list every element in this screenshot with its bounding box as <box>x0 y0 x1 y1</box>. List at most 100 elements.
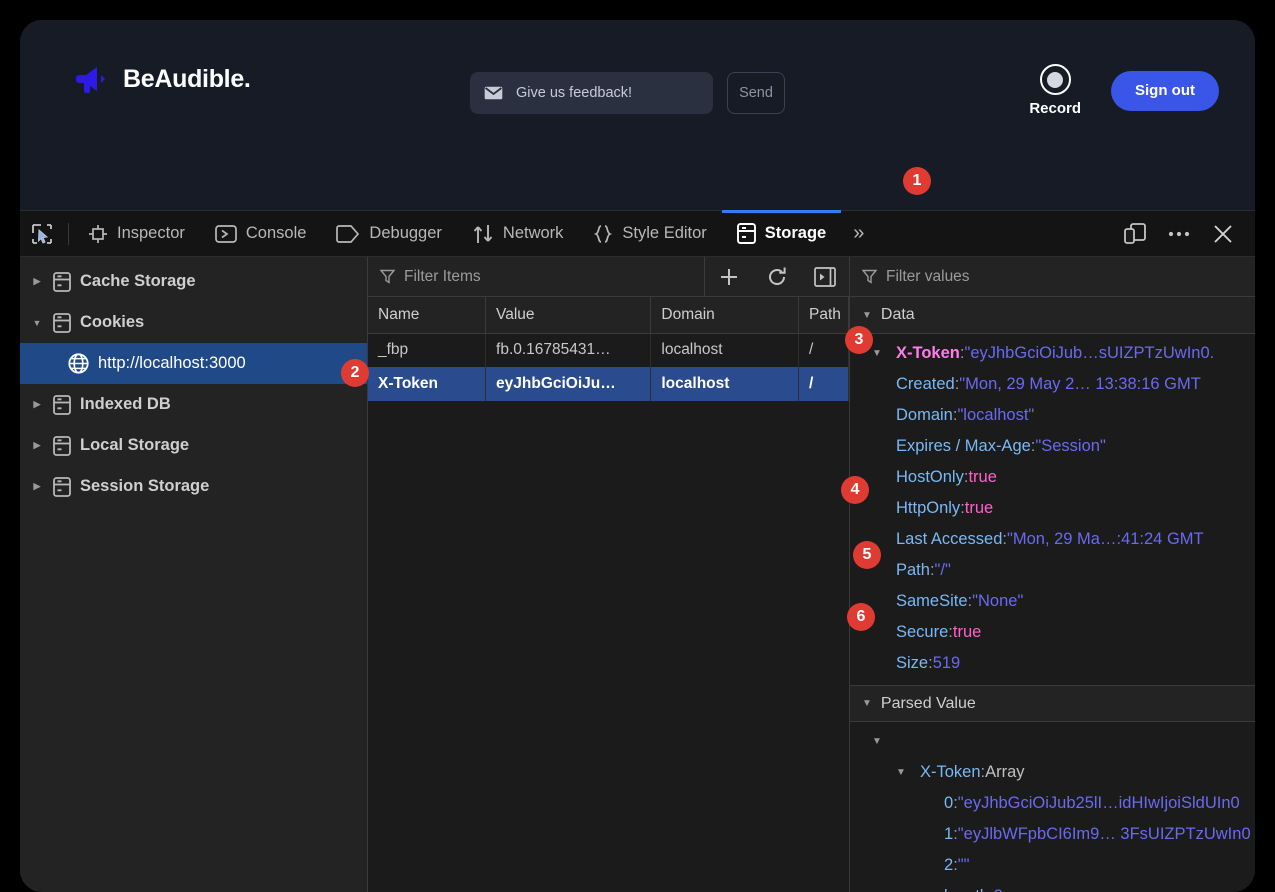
chevron-right-icon[interactable]: ▶ <box>30 276 44 287</box>
sidebar-item-cookies[interactable]: ▼ Cookies <box>20 302 367 343</box>
section-title: Parsed Value <box>881 695 976 713</box>
section-header-parsed-value[interactable]: ▼ Parsed Value <box>850 685 1255 722</box>
console-icon <box>215 225 237 243</box>
kv-row-index-0: 0:"eyJhbGciOiJub25lI…idHIwIjoiSldUIn0 <box>850 788 1255 819</box>
kv-key: length <box>944 887 989 892</box>
value-detail-panel: ▼ Data ▼ X-Token:"eyJhbGciOiJub…sUIZPTzU… <box>850 257 1255 892</box>
kv-value: "Mon, 29 Ma…:41:24 GMT <box>1007 530 1204 549</box>
kv-key: Created <box>896 375 955 394</box>
funnel-icon <box>862 269 877 284</box>
tab-inspector[interactable]: Inspector <box>73 211 200 257</box>
values-filter-input[interactable] <box>886 268 1255 286</box>
responsive-design-mode-icon[interactable] <box>1113 211 1157 257</box>
annotation-badge-6: 6 <box>847 603 875 631</box>
feedback-box[interactable] <box>470 72 713 114</box>
cell-domain: localhost <box>651 333 799 367</box>
sidebar-item-localhost-origin[interactable]: http://localhost:3000 <box>20 343 367 384</box>
kv-value: "Mon, 29 May 2… 13:38:16 GMT <box>959 375 1201 394</box>
chevron-down-icon[interactable]: ▼ <box>862 698 872 709</box>
kv-row-domain: Domain:"localhost" <box>850 400 1255 431</box>
database-icon <box>53 436 71 456</box>
kv-key: Domain <box>896 406 953 425</box>
chevron-right-icon[interactable]: ▶ <box>30 481 44 492</box>
kv-key: Last Accessed <box>896 530 1002 549</box>
tab-network[interactable]: Network <box>457 211 579 257</box>
tab-style-editor[interactable]: Style Editor <box>578 211 721 257</box>
kv-value: "localhost" <box>957 406 1034 425</box>
kv-key: X-Token <box>896 344 960 363</box>
chevron-down-icon[interactable]: ▼ <box>30 318 44 328</box>
kv-value: "eyJhbGciOiJub25lI…idHIwIjoiSldUIn0 <box>958 794 1240 813</box>
items-panel: Name Value Domain Path _fbp fb.0.1678543… <box>368 257 850 892</box>
kv-key: Size <box>896 654 928 673</box>
parsed-value-rows: ▼ ▼ X-Token:Array 0:"eyJhbGciOiJub25lI…i… <box>850 722 1255 892</box>
cell-value: eyJhbGciOiJu… <box>486 367 651 401</box>
chevron-down-icon[interactable]: ▼ <box>862 310 872 321</box>
column-header-value[interactable]: Value <box>486 297 651 333</box>
kv-row-size: Size:519 <box>850 648 1255 679</box>
kv-value: "/" <box>935 561 951 580</box>
tab-storage-label: Storage <box>765 224 826 243</box>
record-circle-icon <box>1040 64 1071 95</box>
tab-console[interactable]: Console <box>200 211 322 257</box>
record-label: Record <box>1029 100 1081 117</box>
chevron-down-icon[interactable]: ▼ <box>872 348 896 359</box>
tab-storage[interactable]: Storage <box>722 211 841 257</box>
column-header-path[interactable]: Path <box>799 297 849 333</box>
tab-debugger-label: Debugger <box>369 224 441 243</box>
sidebar-item-label: http://localhost:3000 <box>98 354 246 373</box>
kv-row-samesite: SameSite:"None" <box>850 586 1255 617</box>
tab-style-editor-label: Style Editor <box>622 224 706 243</box>
plus-icon[interactable] <box>705 257 753 297</box>
sign-out-button[interactable]: Sign out <box>1111 71 1219 111</box>
header-actions: Record Sign out <box>1029 64 1219 117</box>
funnel-icon <box>380 269 395 284</box>
column-header-domain[interactable]: Domain <box>651 297 799 333</box>
kv-key: HttpOnly <box>896 499 960 518</box>
kv-value: "" <box>958 856 970 875</box>
record-dot <box>1047 72 1063 88</box>
kv-key: SameSite <box>896 592 968 611</box>
toggle-sidebar-icon[interactable] <box>801 257 849 297</box>
chevron-right-icon[interactable]: ▶ <box>30 399 44 410</box>
annotation-badge-5: 5 <box>853 541 881 569</box>
refresh-icon[interactable] <box>753 257 801 297</box>
devtools-toolbar: Inspector Console Debugger <box>20 211 1255 257</box>
chevron-right-icon[interactable]: ▶ <box>30 440 44 451</box>
kv-value: "eyJlbWFpbCI6Im9… 3FsUIZPTzUwIn0 <box>958 825 1251 844</box>
brand[interactable]: BeAudible. <box>76 64 251 94</box>
data-rows: ▼ X-Token:"eyJhbGciOiJub…sUIZPTzUwIn0. C… <box>850 334 1255 679</box>
tab-console-label: Console <box>246 224 307 243</box>
annotation-badge-3: 3 <box>845 326 873 354</box>
kv-row-path: Path:"/" <box>850 555 1255 586</box>
section-header-data[interactable]: ▼ Data <box>850 297 1255 334</box>
sidebar-item-cache-storage[interactable]: ▶ Cache Storage <box>20 261 367 302</box>
sidebar-item-session-storage[interactable]: ▶ Session Storage <box>20 466 367 507</box>
items-filter-input[interactable] <box>404 268 704 286</box>
chevron-down-icon[interactable]: ▼ <box>872 736 896 747</box>
storage-icon <box>737 223 756 244</box>
kv-row-root: ▼ <box>850 726 1255 757</box>
meatball-menu-icon[interactable] <box>1157 211 1201 257</box>
record-button[interactable]: Record <box>1029 64 1081 117</box>
chevrons-right-icon[interactable]: » <box>841 211 876 257</box>
close-icon[interactable] <box>1201 211 1245 257</box>
kv-key: 1 <box>944 825 953 844</box>
kv-row-last-accessed: Last Accessed:"Mon, 29 Ma…:41:24 GMT <box>850 524 1255 555</box>
chevron-down-icon[interactable]: ▼ <box>896 767 920 778</box>
table-row[interactable]: X-Token eyJhbGciOiJu… localhost / <box>368 367 849 401</box>
sidebar-item-indexed-db[interactable]: ▶ Indexed DB <box>20 384 367 425</box>
kv-key: HostOnly <box>896 468 964 487</box>
kv-row-secure: Secure:true <box>850 617 1255 648</box>
database-icon <box>53 272 71 292</box>
send-feedback-button[interactable]: Send <box>727 72 785 114</box>
section-title: Data <box>881 306 915 324</box>
feedback-input[interactable] <box>516 85 703 101</box>
element-picker-icon[interactable] <box>20 211 64 257</box>
tab-debugger[interactable]: Debugger <box>321 211 456 257</box>
column-header-name[interactable]: Name <box>368 297 486 333</box>
megaphone-icon <box>76 64 110 94</box>
kv-key: Path <box>896 561 930 580</box>
sidebar-item-local-storage[interactable]: ▶ Local Storage <box>20 425 367 466</box>
table-row[interactable]: _fbp fb.0.16785431… localhost / <box>368 333 849 367</box>
